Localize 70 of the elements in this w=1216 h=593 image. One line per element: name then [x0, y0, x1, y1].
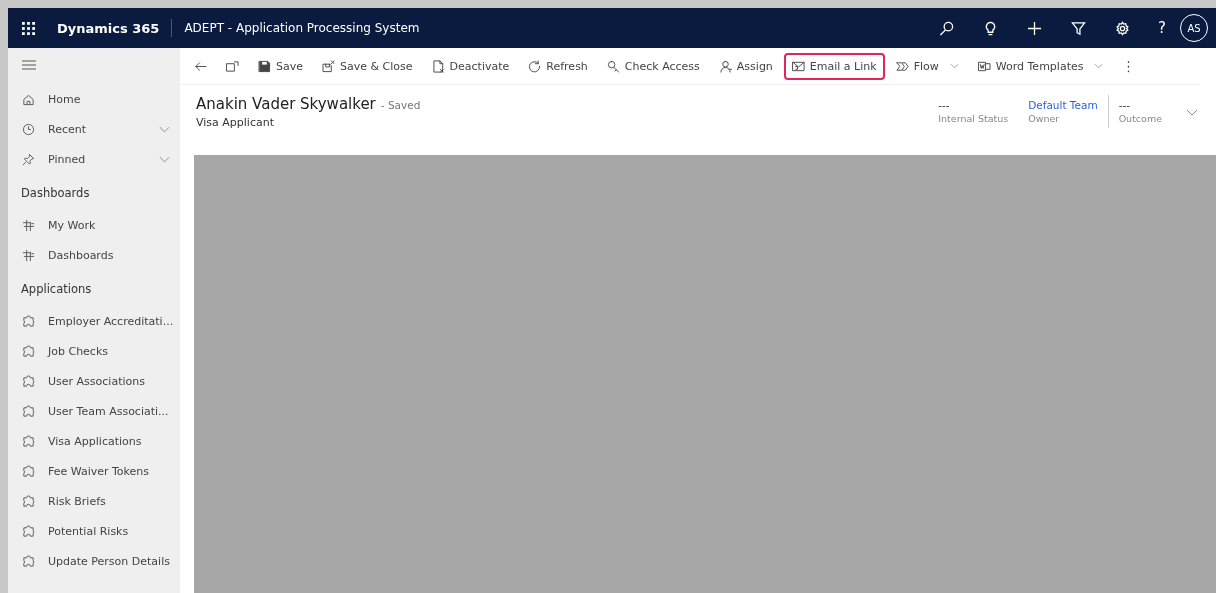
- nav-item[interactable]: Visa Applications: [8, 426, 180, 456]
- puzzle-icon: [22, 554, 35, 568]
- entity-name: Visa Applicant: [196, 116, 275, 129]
- nav-item[interactable]: Job Checks: [8, 336, 180, 366]
- nav-item[interactable]: Update Person Details: [8, 546, 180, 576]
- plus-icon[interactable]: [1027, 20, 1043, 36]
- nav-item[interactable]: Employer Accreditati...: [8, 306, 180, 336]
- save-close-icon: [322, 59, 335, 73]
- popout-icon: [226, 59, 239, 73]
- flow-icon: [895, 59, 909, 73]
- command-button[interactable]: Save & Close: [314, 52, 421, 80]
- header-field-label: Internal Status: [938, 113, 1009, 124]
- nav-item[interactable]: Risk Briefs: [8, 486, 180, 516]
- header-field-value: ---: [1118, 99, 1131, 111]
- header-field-label: Owner: [1028, 113, 1061, 124]
- command-button[interactable]: Flow: [887, 52, 967, 80]
- search-icon[interactable]: [939, 20, 955, 36]
- home-icon: [22, 92, 35, 106]
- puzzle-icon: [22, 524, 35, 538]
- dashboard-icon: [22, 248, 35, 262]
- nav-item[interactable]: Pinned: [8, 144, 180, 174]
- chevron-down-icon: [1094, 63, 1104, 69]
- nav-item[interactable]: Home: [8, 84, 180, 114]
- section-heading: Applications: [20, 281, 93, 298]
- header-field-label: Outcome: [1118, 113, 1162, 124]
- nav-item[interactable]: Recent: [8, 114, 180, 144]
- app-name[interactable]: Dynamics 365: [57, 20, 160, 36]
- command-button[interactable]: Deactivate: [423, 52, 518, 80]
- header-field-value: ---: [938, 99, 951, 111]
- command-button[interactable]: Assign: [710, 52, 781, 80]
- magnifier-icon: [606, 59, 620, 73]
- filter-icon[interactable]: [1071, 20, 1087, 36]
- nav-item[interactable]: Fee Waiver Tokens: [8, 456, 180, 486]
- person-icon: [718, 59, 732, 73]
- command-button[interactable]: Save: [250, 52, 311, 80]
- nav-item[interactable]: Dashboards: [8, 240, 180, 270]
- section-heading: Dashboards: [20, 185, 91, 202]
- help-button[interactable]: ?: [1158, 19, 1166, 37]
- nav-item[interactable]: User Associations: [8, 366, 180, 396]
- save-icon: [258, 59, 271, 73]
- command-button[interactable]: Refresh: [520, 52, 596, 80]
- record-name: Anakin Vader Skywalker: [196, 95, 376, 113]
- dashboard-icon: [22, 218, 35, 232]
- settings-icon[interactable]: [1115, 20, 1131, 36]
- refresh-icon: [528, 59, 542, 73]
- puzzle-icon: [22, 344, 35, 358]
- mail-icon: [791, 59, 805, 73]
- command-button[interactable]: Email a Link: [783, 52, 885, 80]
- puzzle-icon: [22, 314, 35, 328]
- app-title[interactable]: ADEPT - Application Processing System: [184, 21, 420, 35]
- back-arrow-icon: [194, 59, 207, 73]
- word-icon: [977, 59, 991, 73]
- nav-item[interactable]: User Team Associati...: [8, 396, 180, 426]
- chevron-down-icon: [949, 63, 959, 69]
- puzzle-icon: [22, 374, 35, 388]
- pin-icon: [22, 152, 35, 166]
- clock-icon: [22, 122, 35, 136]
- save-status: - Saved: [380, 99, 421, 111]
- nav-item[interactable]: My Work: [8, 210, 180, 240]
- puzzle-icon: [22, 404, 35, 418]
- header-field-value[interactable]: Default Team: [1028, 99, 1098, 111]
- command-button[interactable]: Check Access: [598, 52, 708, 80]
- puzzle-icon: [22, 434, 35, 448]
- chevron-down-icon[interactable]: [1186, 109, 1198, 116]
- puzzle-icon: [22, 464, 35, 478]
- command-button[interactable]: Word Templates: [969, 52, 1112, 80]
- puzzle-icon: [22, 494, 35, 508]
- nav-item[interactable]: Potential Risks: [8, 516, 180, 546]
- document-icon: [431, 59, 445, 73]
- app-launcher-icon[interactable]: [22, 21, 35, 35]
